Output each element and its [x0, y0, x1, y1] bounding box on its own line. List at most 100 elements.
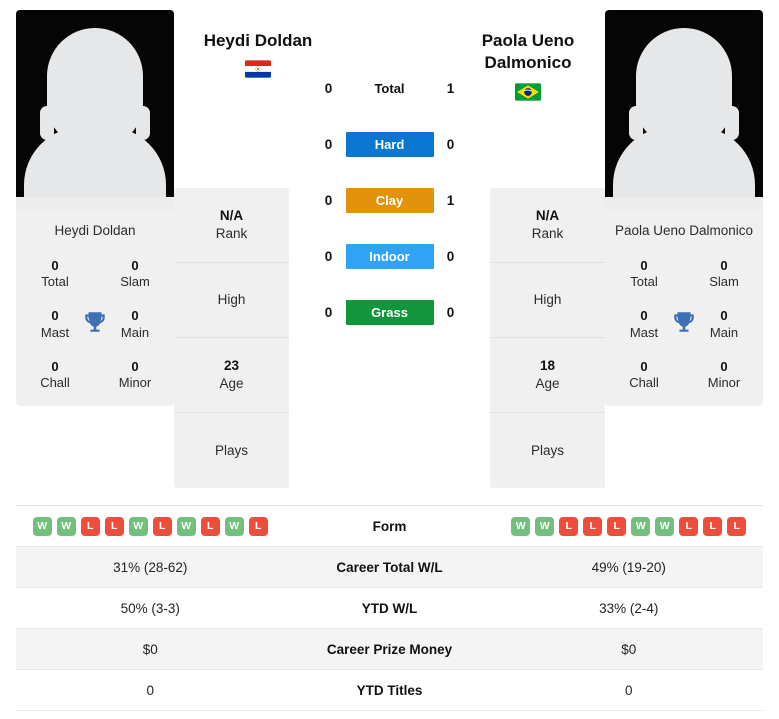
right-stat-value: 33% (2-4) — [599, 600, 659, 616]
h2h-row-grass: 0 Grass 0 — [295, 284, 484, 340]
trophy-chall-label: Chall — [629, 375, 659, 391]
trophy-main: 0 Main — [697, 307, 751, 341]
form-badge-loss: L — [200, 516, 220, 536]
form-badge-loss: L — [583, 516, 603, 536]
right-form-badges: WWLLLWWLLL — [495, 516, 764, 536]
trophy-minor-label: Minor — [707, 375, 741, 391]
stat-row-label: Career Total W/L — [336, 559, 443, 575]
trophy-main-label: Main — [120, 324, 150, 340]
h2h-left-score: 0 — [324, 248, 333, 264]
right-rank-label: Rank — [531, 226, 564, 241]
h2h-left-score: 0 — [324, 80, 333, 96]
trophy-row-3: 0 Chall 0 Minor — [605, 358, 763, 392]
right-player-avatar — [605, 10, 763, 210]
right-high-cell: High — [490, 263, 605, 338]
h2h-surface-label-clay[interactable]: Clay — [345, 187, 434, 213]
left-plays-label: Plays — [214, 442, 248, 458]
trophy-slam-value: 0 — [131, 257, 139, 273]
player-comparison-page: Heydi Doldan 0 Total 0 Slam 0 Mast 0 Mai… — [0, 0, 779, 719]
left-high-label: High — [217, 292, 246, 308]
h2h-left-score: 0 — [324, 136, 333, 152]
paraguay-flag-icon — [245, 60, 271, 79]
table-row: 0 YTD Titles 0 — [16, 670, 763, 711]
left-age-value: 23 — [223, 358, 240, 374]
form-badge-loss: L — [80, 516, 100, 536]
trophy-icon — [674, 312, 694, 332]
form-badge-win: W — [535, 516, 555, 536]
trophy-total-label: Total — [630, 274, 658, 290]
left-rank-label: Rank — [215, 226, 248, 241]
left-age-label: Age — [219, 376, 244, 391]
right-age-label: Age — [535, 376, 560, 391]
left-stat-value: 0 — [146, 682, 154, 698]
trophy-slam-label: Slam — [120, 274, 150, 290]
left-player-trophy-grid: 0 Total 0 Slam 0 Mast 0 Main 0 Chall 0 M… — [16, 252, 174, 407]
left-player-column[interactable]: Heydi Doldan 0 Total 0 Slam 0 Mast 0 Mai… — [16, 10, 174, 407]
right-plays-label: Plays — [530, 442, 564, 458]
form-badge-loss: L — [607, 516, 627, 536]
trophy-icon — [85, 312, 105, 332]
right-player-column[interactable]: Paola Ueno Dalmonico 0 Total 0 Slam 0 Ma… — [605, 10, 763, 407]
avatar-base-strip — [605, 197, 763, 210]
trophy-row-1: 0 Total 0 Slam — [605, 257, 763, 291]
trophy-minor: 0 Minor — [108, 358, 162, 392]
form-badge-win: W — [128, 516, 148, 536]
form-badge-loss: L — [703, 516, 723, 536]
left-age-cell: 23 Age — [174, 338, 289, 413]
right-stat-value: 0 — [624, 682, 633, 698]
avatar-base-strip — [16, 197, 174, 210]
h2h-right-score: 1 — [446, 192, 455, 208]
form-badge-win: W — [176, 516, 196, 536]
right-plays-cell: Plays — [490, 413, 605, 488]
left-stat-value: 50% (3-3) — [120, 600, 180, 616]
h2h-surface-label-hard[interactable]: Hard — [345, 131, 434, 157]
trophy-slam: 0 Slam — [697, 257, 751, 291]
right-player-name: Paola Ueno Dalmonico — [481, 31, 575, 73]
trophy-slam-value: 0 — [720, 257, 728, 273]
h2h-surface-label-indoor[interactable]: Indoor — [345, 243, 434, 269]
form-badge-win: W — [631, 516, 651, 536]
form-badge-loss: L — [152, 516, 172, 536]
form-badge-win: W — [655, 516, 675, 536]
left-stat-value: $0 — [142, 641, 158, 657]
left-player-name: Heydi Doldan — [203, 31, 313, 50]
table-row: 50% (3-3) YTD W/L 33% (2-4) — [16, 588, 763, 629]
right-player-name-block: Paola Ueno Dalmonico — [448, 30, 608, 101]
stat-row-label: YTD W/L — [361, 600, 418, 616]
right-high-label: High — [533, 292, 562, 308]
trophy-row-1: 0 Total 0 Slam — [16, 257, 174, 291]
right-stat-value: 49% (19-20) — [591, 559, 666, 575]
comparison-stats-table: WWLLWLWLWL Form WWLLLWWLLL 31% (28-62) Ca… — [16, 505, 763, 711]
form-row-label: Form — [372, 518, 407, 534]
trophy-chall: 0 Chall — [617, 358, 671, 392]
h2h-right-score: 0 — [446, 248, 455, 264]
left-player-card-name: Heydi Doldan — [16, 210, 174, 253]
left-form-cell: WWLLWLWLWL — [16, 516, 285, 536]
trophy-mast-value: 0 — [51, 308, 59, 324]
trophy-chall-label: Chall — [40, 375, 70, 391]
right-age-cell: 18 Age — [490, 338, 605, 413]
form-badge-win: W — [32, 516, 52, 536]
trophy-minor-label: Minor — [118, 375, 152, 391]
trophy-row-3: 0 Chall 0 Minor — [16, 358, 174, 392]
trophy-minor-value: 0 — [131, 358, 139, 374]
left-plays-cell: Plays — [174, 413, 289, 488]
trophy-minor: 0 Minor — [697, 358, 751, 392]
right-rank-cell: N/A Rank — [490, 188, 605, 263]
form-badge-win: W — [224, 516, 244, 536]
trophy-total-value: 0 — [640, 257, 648, 273]
right-player-trophy-grid: 0 Total 0 Slam 0 Mast 0 Main 0 Chall 0 M… — [605, 252, 763, 407]
h2h-surface-label-total: Total — [374, 80, 405, 96]
h2h-right-score: 0 — [446, 304, 455, 320]
trophy-main-value: 0 — [720, 308, 728, 324]
h2h-surface-label-grass[interactable]: Grass — [345, 299, 434, 325]
form-badge-loss: L — [248, 516, 268, 536]
left-rank-value: N/A — [219, 208, 244, 224]
trophy-total-value: 0 — [51, 257, 59, 273]
trophy-main-value: 0 — [131, 308, 139, 324]
h2h-row-clay: 0 Clay 1 — [295, 172, 484, 228]
h2h-left-score: 0 — [324, 192, 333, 208]
left-form-badges: WWLLWLWLWL — [16, 516, 285, 536]
comparison-header: Heydi Doldan 0 Total 0 Slam 0 Mast 0 Mai… — [0, 0, 779, 495]
stat-row-label: Career Prize Money — [326, 641, 453, 657]
